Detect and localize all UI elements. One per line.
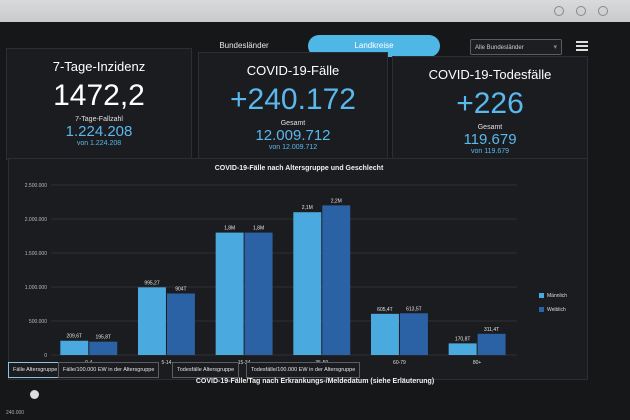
y-tick-label: 1.500.000 xyxy=(25,251,47,257)
legend-weiblich: Weiblich xyxy=(539,307,566,313)
tab-faelle-100000[interactable]: Fälle/100.000 EW in der Altersgruppe xyxy=(58,362,160,378)
data-label: 605,4T xyxy=(377,307,393,313)
y-tick-label: 2.000.000 xyxy=(25,217,47,223)
data-label: 2,1M xyxy=(302,205,313,211)
legend-label-weiblich: Weiblich xyxy=(547,307,566,313)
x-tick-label: 5-14 xyxy=(161,360,171,366)
menu-icon[interactable] xyxy=(576,39,588,51)
data-label: 2,2M xyxy=(331,198,342,204)
faelle-sub-note: von 12.009.712 xyxy=(268,144,318,151)
star-icon[interactable] xyxy=(576,6,586,16)
todesfaelle-title: COVID-19-Todesfälle xyxy=(428,67,552,82)
daily-cases-title: COVID-19-Fälle/Tag nach Erkrankungs-/Mel… xyxy=(195,378,435,385)
data-label: 904T xyxy=(175,286,186,292)
profile-icon[interactable] xyxy=(598,6,608,16)
faelle-sub-value: 12.009.712 xyxy=(255,127,331,144)
bar-weiblich xyxy=(166,293,195,355)
bar-weiblich xyxy=(89,341,118,355)
faelle-value: +240.172 xyxy=(230,83,356,116)
todesfaelle-sub-label: Gesamt xyxy=(477,124,503,131)
legend-swatch-maennlich xyxy=(539,293,544,299)
data-label: 1,8M xyxy=(224,226,235,232)
tab-faelle-altersgruppe[interactable]: Fälle Altersgruppe xyxy=(8,362,63,378)
card-inzidenz: 7-Tage-Inzidenz 1472,2 7-Tage-Fallzahl 1… xyxy=(6,48,192,160)
inzidenz-sub-value: 1.224.208 xyxy=(65,123,133,140)
legend-label-maennlich: Männlich xyxy=(547,293,568,299)
faelle-title: COVID-19-Fälle xyxy=(246,63,340,78)
todesfaelle-sub-value: 119.679 xyxy=(463,131,517,148)
bar-maennlich xyxy=(215,232,244,355)
bar-weiblich xyxy=(322,205,351,355)
inzidenz-sub-note: von 1.224.208 xyxy=(76,140,122,147)
bar-maennlich xyxy=(448,343,477,355)
bar-maennlich xyxy=(137,287,166,355)
bar-weiblich xyxy=(399,313,428,355)
chevron-down-icon: ▾ xyxy=(553,44,557,51)
tab-todesfaelle-altersgruppe[interactable]: Todesfälle Altersgruppe xyxy=(172,362,240,378)
age-gender-chart: 0 500.000 1.000.000 1.500.000 2.000.000 2.500… xyxy=(25,183,517,366)
bar-maennlich xyxy=(60,340,89,355)
legend-swatch-weiblich xyxy=(539,307,544,313)
bar-maennlich xyxy=(370,313,399,355)
data-label: 209,6T xyxy=(67,334,83,340)
date-slider-handle[interactable] xyxy=(30,390,39,399)
todesfaelle-value: +226 xyxy=(456,87,524,120)
inzidenz-sub-label: 7-Tage-Fallzahl xyxy=(75,116,123,123)
age-gender-chart-card: COVID-19-Fälle nach Altersgruppe und Ges… xyxy=(8,158,588,380)
card-faelle: COVID-19-Fälle +240.172 Gesamt 12.009.71… xyxy=(198,52,388,164)
region-select[interactable]: Alle Bundesländer ▾ xyxy=(470,39,562,55)
data-label: 1,8M xyxy=(253,226,264,232)
todesfaelle-sub-note: von 119.679 xyxy=(470,148,509,155)
x-tick-label: 60-79 xyxy=(393,360,406,366)
faelle-sub-label: Gesamt xyxy=(280,120,306,127)
data-label: 170,8T xyxy=(455,336,471,342)
inzidenz-value: 1472,2 xyxy=(53,79,145,112)
y-tick-label: 1.000.000 xyxy=(25,285,47,291)
reload-icon[interactable] xyxy=(554,6,564,16)
daily-cases-y-tick: 240.000 xyxy=(6,410,25,416)
data-label: 311,4T xyxy=(484,327,499,333)
region-select-value: Alle Bundesländer xyxy=(475,45,524,51)
legend-maennlich: Männlich xyxy=(539,293,567,299)
bar-maennlich xyxy=(293,212,322,355)
tab-todesfaelle-100000[interactable]: Todesfälle/100.000 EW in der Altersgrupp… xyxy=(246,362,361,378)
x-tick-label: 80+ xyxy=(473,360,482,366)
data-label: 195,8T xyxy=(95,335,111,341)
y-tick-label: 500.000 xyxy=(29,319,47,325)
bar-weiblich xyxy=(477,333,506,355)
bar-weiblich xyxy=(244,232,273,355)
card-todesfaelle: COVID-19-Todesfälle +226 Gesamt 119.679 … xyxy=(392,56,588,174)
data-label: 995,27 xyxy=(144,280,160,286)
inzidenz-title: 7-Tage-Inzidenz xyxy=(52,59,146,74)
y-tick-label: 2.500.000 xyxy=(25,183,47,189)
y-tick-label: 0 xyxy=(44,353,47,359)
browser-toolbar xyxy=(0,0,630,22)
data-label: 613,5T xyxy=(406,306,422,312)
